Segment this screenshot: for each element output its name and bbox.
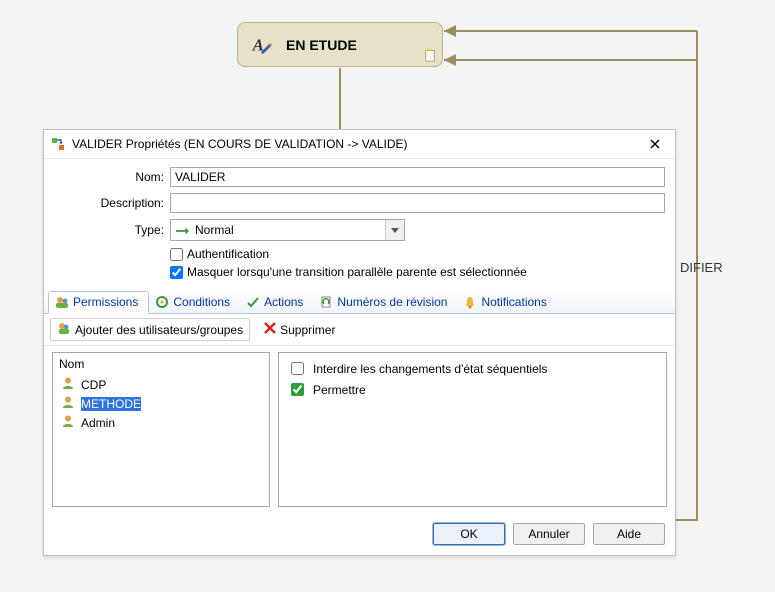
arrow-right-green-icon bbox=[175, 225, 189, 235]
bell-icon bbox=[463, 295, 477, 309]
tab-notifications[interactable]: Notifications bbox=[457, 292, 556, 313]
help-button[interactable]: Aide bbox=[593, 523, 665, 545]
gear-star-icon bbox=[155, 295, 169, 309]
auth-label: Authentification bbox=[187, 247, 269, 261]
dialog-footer: OK Annuler Aide bbox=[44, 515, 675, 555]
user-list[interactable]: Nom CDP METHODE Admin bbox=[52, 352, 270, 507]
ok-button[interactable]: OK bbox=[433, 523, 505, 545]
workflow-state-label: EN ETUDE bbox=[286, 37, 357, 53]
delete-x-icon bbox=[264, 322, 276, 337]
tab-bar: Permissions Conditions Actions Numéros d… bbox=[44, 289, 675, 314]
close-button[interactable] bbox=[641, 134, 669, 154]
list-item-label: Admin bbox=[81, 416, 115, 430]
interdire-checkbox[interactable] bbox=[291, 362, 304, 375]
nom-label: Nom: bbox=[54, 170, 170, 184]
letter-a-pencil-icon: A bbox=[250, 34, 272, 56]
cancel-button[interactable]: Annuler bbox=[513, 523, 585, 545]
permettre-row[interactable]: Permettre bbox=[287, 380, 658, 399]
users-plus-icon bbox=[57, 321, 71, 338]
dialog-title: VALIDER Propriétés (EN COURS DE VALIDATI… bbox=[72, 137, 641, 151]
dialog-titlebar: VALIDER Propriétés (EN COURS DE VALIDATI… bbox=[44, 130, 675, 159]
transition-label: DIFIER bbox=[680, 260, 723, 275]
tab-revisions[interactable]: Numéros de révision bbox=[313, 292, 457, 313]
permettre-label: Permettre bbox=[313, 383, 366, 397]
users-icon bbox=[55, 295, 69, 309]
user-list-header: Nom bbox=[59, 357, 263, 371]
form-area: Nom: Description: Type: Normal bbox=[44, 159, 675, 289]
tab-conditions[interactable]: Conditions bbox=[149, 292, 240, 313]
workflow-state-node[interactable]: A EN ETUDE bbox=[237, 22, 443, 67]
add-users-button[interactable]: Ajouter des utilisateurs/groupes bbox=[50, 318, 250, 341]
interdire-label: Interdire les changements d'état séquent… bbox=[313, 362, 547, 376]
auth-checkbox[interactable] bbox=[170, 248, 183, 261]
list-item[interactable]: Admin bbox=[59, 413, 263, 432]
description-input[interactable] bbox=[170, 193, 665, 213]
mask-label: Masquer lorsqu'une transition parallèle … bbox=[187, 265, 527, 279]
transition-icon bbox=[50, 136, 66, 152]
tab-permissions[interactable]: Permissions bbox=[48, 291, 149, 314]
check-flag-icon bbox=[246, 295, 260, 309]
list-item[interactable]: CDP bbox=[59, 375, 263, 394]
permissions-toolbar: Ajouter des utilisateurs/groupes Supprim… bbox=[44, 314, 675, 346]
mask-checkbox[interactable] bbox=[170, 266, 183, 279]
permission-options: Interdire les changements d'état séquent… bbox=[278, 352, 667, 507]
document-refresh-icon bbox=[319, 295, 333, 309]
list-item-label: CDP bbox=[81, 378, 106, 392]
interdire-row[interactable]: Interdire les changements d'état séquent… bbox=[287, 359, 658, 378]
tab-actions[interactable]: Actions bbox=[240, 292, 313, 313]
permettre-checkbox[interactable] bbox=[291, 383, 304, 396]
nom-input[interactable] bbox=[170, 167, 665, 187]
description-label: Description: bbox=[54, 196, 170, 210]
delete-button[interactable]: Supprimer bbox=[258, 320, 341, 339]
properties-dialog: VALIDER Propriétés (EN COURS DE VALIDATI… bbox=[43, 129, 676, 556]
permissions-body: Nom CDP METHODE Admin Interdire les change… bbox=[44, 346, 675, 515]
user-icon bbox=[61, 376, 75, 393]
type-select-value: Normal bbox=[195, 223, 234, 237]
list-item[interactable]: METHODE bbox=[59, 394, 263, 413]
new-document-icon bbox=[424, 48, 438, 62]
close-icon bbox=[650, 139, 660, 149]
chevron-down-icon bbox=[385, 220, 404, 240]
type-select[interactable]: Normal bbox=[170, 219, 405, 241]
list-item-label: METHODE bbox=[81, 397, 141, 411]
user-icon bbox=[61, 395, 75, 412]
user-icon bbox=[61, 414, 75, 431]
type-label: Type: bbox=[54, 223, 170, 237]
